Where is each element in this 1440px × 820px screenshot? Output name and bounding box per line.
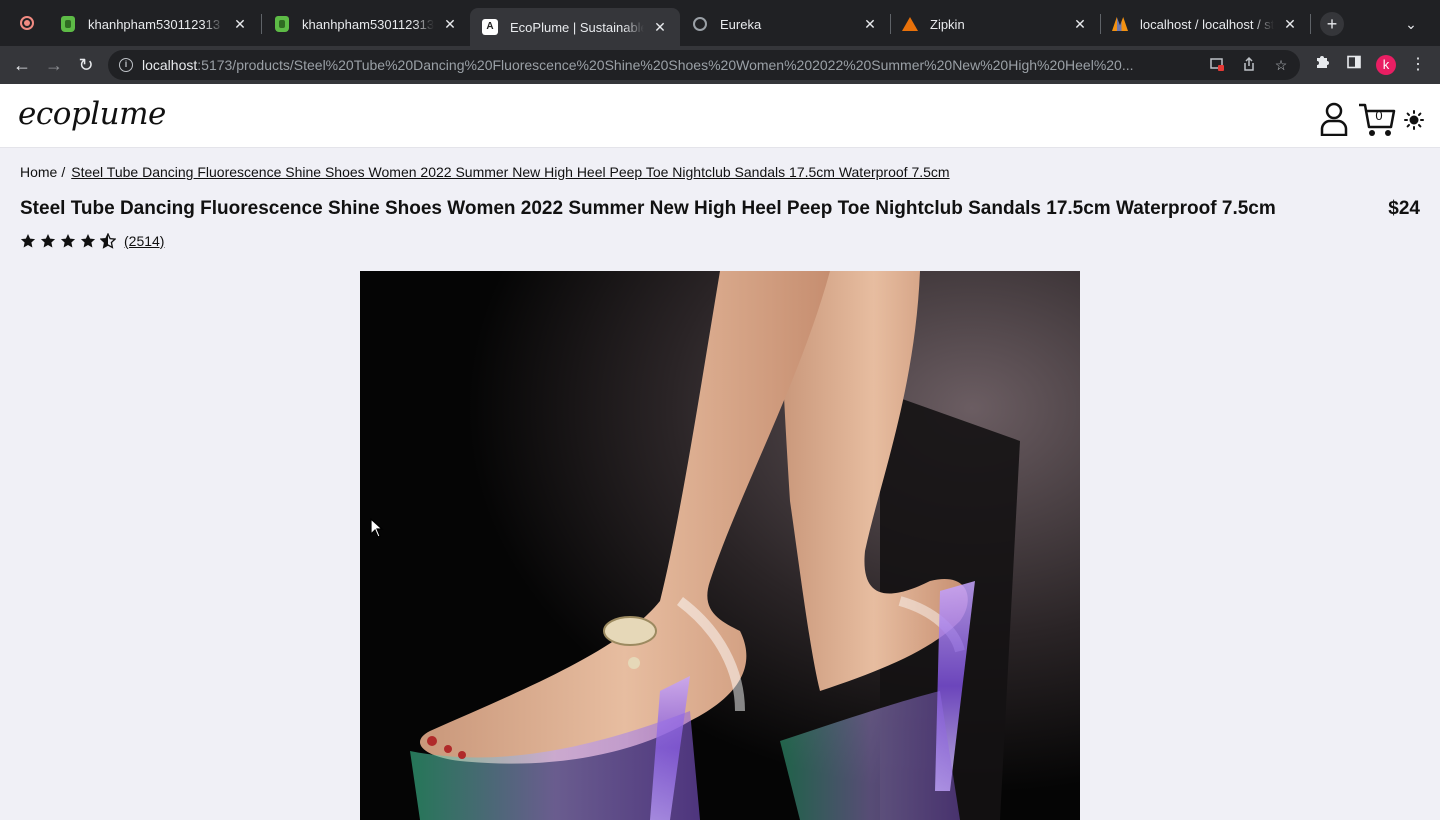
new-tab-button[interactable]: +: [1320, 12, 1344, 36]
side-panel-icon[interactable]: [1343, 54, 1365, 76]
browser-tab-eureka[interactable]: Eureka ✕: [680, 8, 890, 40]
browser-tab-bar: khanhpham530112313 · P ✕ khanhpham530112…: [0, 0, 1440, 46]
reload-icon[interactable]: ↻: [73, 52, 99, 78]
shopify-icon: [60, 16, 76, 32]
browser-tab-ecoplume[interactable]: A EcoPlume | Sustainable S ✕: [470, 8, 680, 46]
tab-title: localhost / localhost / sto: [1140, 16, 1274, 32]
user-account-icon[interactable]: [1320, 102, 1348, 136]
bookmark-star-icon[interactable]: ☆: [1272, 56, 1290, 74]
breadcrumb-current-link[interactable]: Steel Tube Dancing Fluorescence Shine Sh…: [71, 164, 949, 180]
url-path: :5173/products/Steel%20Tube%20Dancing%20…: [197, 57, 1134, 73]
star-full-icon: [40, 234, 56, 248]
product-rating: (2514): [20, 232, 164, 250]
browser-tab-zipkin[interactable]: Zipkin ✕: [890, 8, 1100, 40]
ecoplume-logo[interactable]: ecoplume: [18, 96, 166, 132]
url-host: localhost: [142, 57, 198, 73]
browser-tab-shopify-1[interactable]: khanhpham530112313 · P ✕: [48, 8, 260, 40]
site-info-icon[interactable]: i: [119, 58, 133, 72]
star-full-icon: [60, 234, 76, 248]
tab-title: EcoPlume | Sustainable S: [510, 19, 644, 35]
globe-icon: [692, 16, 708, 32]
cart-count-badge: 0: [1375, 108, 1383, 123]
browser-tab-shopify-2[interactable]: khanhpham530112313 · A ✕: [262, 8, 470, 40]
ecoplume-favicon: A: [482, 19, 498, 35]
share-icon[interactable]: [1240, 56, 1258, 74]
star-full-icon: [20, 234, 36, 248]
theme-toggle-sun-icon[interactable]: [1404, 110, 1424, 130]
browser-tab-phpmyadmin[interactable]: localhost / localhost / sto ✕: [1100, 8, 1310, 40]
star-full-icon: [80, 234, 96, 248]
blocked-popup-icon[interactable]: [1208, 56, 1226, 74]
close-tab-icon[interactable]: ✕: [652, 19, 668, 35]
phpmyadmin-icon: [1112, 16, 1128, 32]
tab-title: Zipkin: [930, 16, 965, 32]
tab-title: khanhpham530112313 · A: [302, 16, 434, 32]
address-bar[interactable]: i localhost:5173/products/Steel%20Tube%2…: [108, 50, 1300, 80]
profile-avatar[interactable]: k: [1376, 55, 1396, 75]
url-text[interactable]: localhost:5173/products/Steel%20Tube%20D…: [142, 57, 1197, 73]
site-header: ecoplume: [0, 84, 1440, 148]
mouse-cursor-icon: [370, 518, 384, 538]
product-photo: [360, 271, 1080, 820]
close-tab-icon[interactable]: ✕: [232, 16, 248, 32]
close-tab-icon[interactable]: ✕: [1282, 16, 1298, 32]
tab-divider: [1310, 14, 1311, 34]
tab-title: Eureka: [720, 16, 762, 32]
star-half-icon: [100, 233, 116, 249]
browser-menu-kebab-icon[interactable]: ⋮: [1407, 54, 1429, 76]
product-photo-illustration: [360, 271, 1080, 820]
breadcrumb: Home / Steel Tube Dancing Fluorescence Shi…: [20, 164, 950, 180]
close-tab-icon[interactable]: ✕: [862, 16, 878, 32]
zipkin-icon: [902, 16, 918, 32]
close-tab-icon[interactable]: ✕: [442, 16, 458, 32]
close-tab-icon[interactable]: ✕: [1072, 16, 1088, 32]
extensions-puzzle-icon[interactable]: [1311, 54, 1333, 76]
product-price: $24: [1388, 198, 1420, 219]
tab-title: khanhpham530112313 · P: [88, 16, 224, 32]
breadcrumb-separator: /: [61, 164, 66, 180]
breadcrumb-home-link[interactable]: Home: [20, 164, 57, 180]
product-title: Steel Tube Dancing Fluorescence Shine Sh…: [20, 198, 1276, 219]
tab-search-chevron-icon[interactable]: ⌄: [1402, 12, 1420, 36]
review-count-link[interactable]: (2514): [124, 233, 164, 249]
browser-toolbar: ← → ↻ i localhost:5173/products/Steel%20…: [0, 46, 1440, 84]
back-arrow-icon[interactable]: ←: [9, 52, 35, 78]
recording-indicator-icon: [20, 16, 34, 30]
forward-arrow-icon[interactable]: →: [41, 52, 67, 78]
shopify-icon: [274, 16, 290, 32]
